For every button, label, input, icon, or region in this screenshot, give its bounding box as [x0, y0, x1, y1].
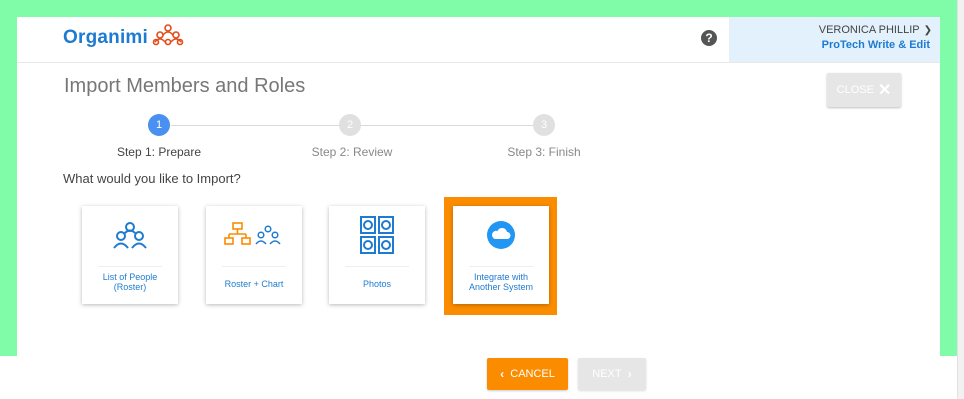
logo[interactable]: Organimi — [63, 24, 185, 49]
vertical-scrollbar[interactable] — [957, 0, 964, 399]
cancel-label: CANCEL — [510, 368, 555, 380]
org-chart-people-icon — [224, 222, 281, 245]
page-title: Import Members and Roles — [64, 75, 306, 97]
cancel-button[interactable]: ‹ CANCEL — [487, 358, 568, 390]
import-question: What would you like to Import? — [63, 171, 241, 186]
step-2-label: Step 2: Review — [311, 145, 393, 159]
import-option-roster[interactable]: List of People (Roster) — [82, 206, 178, 304]
step-3-indicator: 3 — [533, 114, 555, 136]
chevron-left-icon: ‹ — [500, 367, 505, 381]
close-icon: ✕ — [877, 82, 892, 99]
card-divider — [345, 266, 409, 267]
photo-grid-icon — [360, 216, 394, 254]
cloud-icon — [487, 221, 515, 249]
logo-text: Organimi — [63, 27, 149, 48]
step-3-label: Step 3: Finish — [507, 145, 581, 159]
people-icon — [113, 222, 147, 249]
app-header: Organimi ? VERONICA PHILLIP ❯ ProTech Wr… — [17, 17, 940, 63]
card-divider — [98, 266, 162, 267]
step-2-indicator: 2 — [339, 114, 361, 136]
step-1-indicator: 1 — [148, 114, 170, 136]
option-label: Integrate with Another System — [468, 272, 534, 292]
step-1-label: Step 1: Prepare — [116, 145, 202, 159]
card-divider — [222, 266, 286, 267]
option-label: Photos — [362, 279, 392, 289]
card-divider — [469, 266, 533, 267]
next-button[interactable]: NEXT › — [578, 358, 646, 390]
chevron-down-icon: ❯ — [923, 25, 932, 36]
chevron-right-icon: › — [627, 367, 632, 381]
user-name-row[interactable]: VERONICA PHILLIP ❯ — [819, 24, 932, 36]
stepper-connector — [361, 125, 533, 126]
option-label: Roster + Chart — [224, 279, 284, 289]
import-option-integrate[interactable]: Integrate with Another System — [453, 206, 549, 304]
stepper-connector — [171, 125, 339, 126]
organization-name: ProTech Write & Edit — [821, 39, 930, 51]
next-label: NEXT — [592, 368, 622, 380]
user-name: VERONICA PHILLIP — [818, 24, 920, 36]
organimi-logo-icon — [152, 24, 184, 46]
option-label: List of People (Roster) — [102, 272, 158, 292]
close-label: CLOSE — [836, 84, 874, 96]
close-button[interactable]: CLOSE ✕ — [827, 73, 901, 107]
user-menu[interactable]: VERONICA PHILLIP ❯ ProTech Write & Edit — [729, 17, 940, 62]
import-dialog: Organimi ? VERONICA PHILLIP ❯ ProTech Wr… — [17, 17, 940, 356]
help-icon[interactable]: ? — [701, 30, 717, 46]
import-option-roster-chart[interactable]: Roster + Chart — [206, 206, 302, 304]
import-option-photos[interactable]: Photos — [329, 206, 425, 304]
